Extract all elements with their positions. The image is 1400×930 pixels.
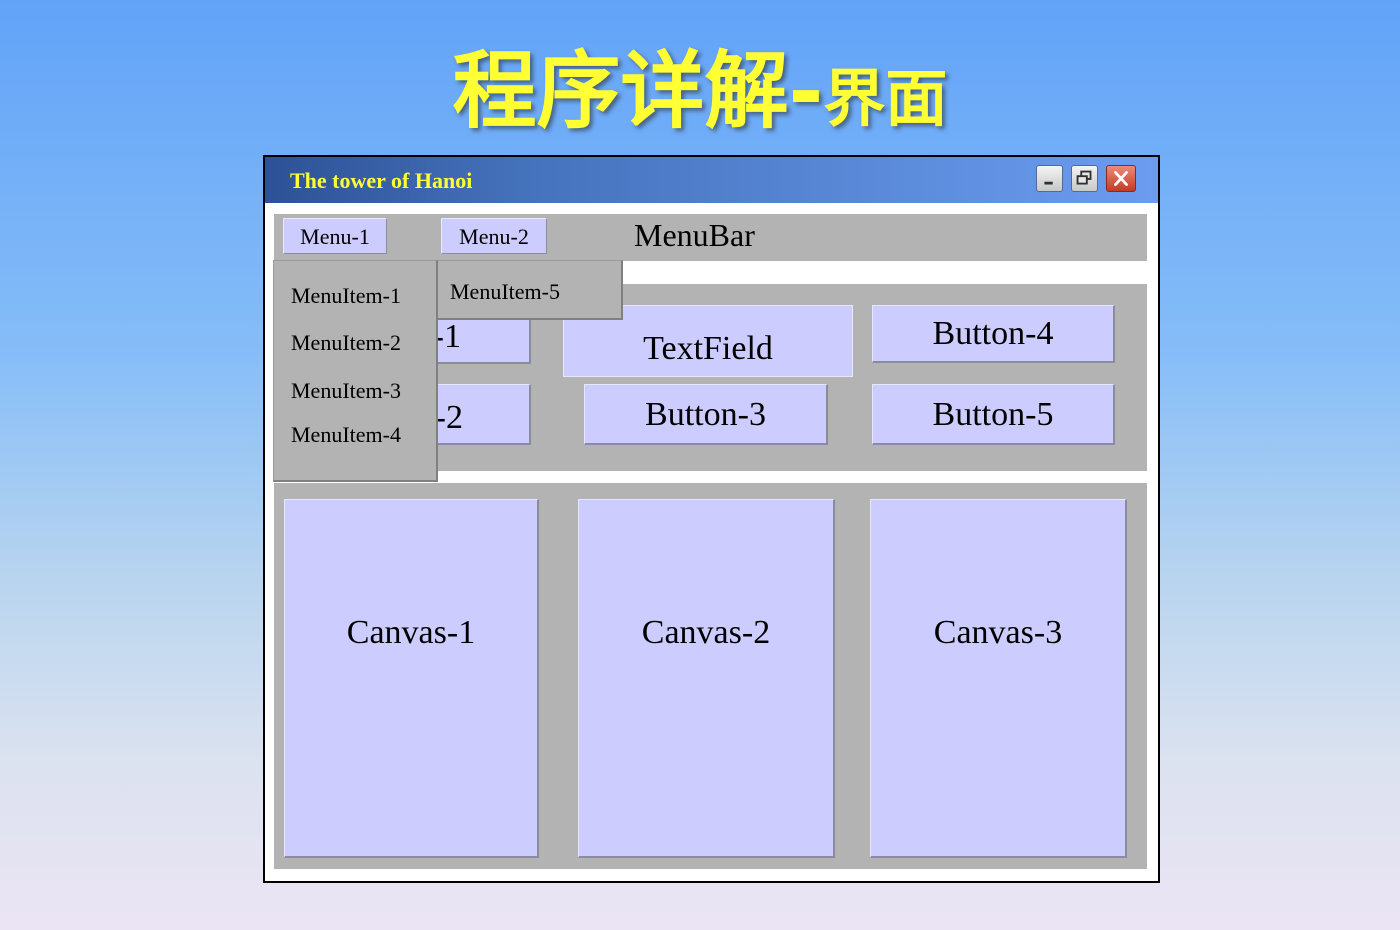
window-title: The tower of Hanoi — [290, 168, 473, 193]
button-3[interactable]: Button-3 — [584, 384, 828, 445]
textfield-value: TextField — [643, 330, 773, 367]
canvas-panel: Canvas-1 Canvas-2 Canvas-3 — [274, 483, 1147, 869]
button-4[interactable]: Button-4 — [872, 305, 1115, 363]
menu-item-3[interactable]: MenuItem-3 — [291, 378, 401, 404]
restore-button[interactable] — [1071, 165, 1098, 192]
menubar: Menu-1 Menu-2 MenuBar — [274, 214, 1147, 261]
button-4-label: Button-4 — [932, 315, 1054, 352]
minimize-icon — [1044, 181, 1053, 185]
slide-title-sub: 界面 — [823, 62, 948, 135]
menu-2-dropdown: MenuItem-5 — [435, 260, 623, 320]
canvas-2[interactable]: Canvas-2 — [578, 499, 835, 858]
close-button[interactable] — [1106, 165, 1136, 192]
slide-title: 程序详解-界面 — [0, 24, 1400, 145]
canvas-1-label: Canvas-1 — [346, 614, 476, 651]
menu-2[interactable]: Menu-2 — [441, 218, 547, 254]
canvas-1[interactable]: Canvas-1 — [284, 499, 539, 858]
menu-item-2[interactable]: MenuItem-2 — [291, 330, 401, 356]
menu-item-4[interactable]: MenuItem-4 — [291, 422, 401, 448]
restore-icon — [1076, 170, 1092, 185]
button-3-label: Button-3 — [645, 396, 766, 433]
button-5[interactable]: Button-5 — [872, 384, 1115, 445]
window-titlebar[interactable]: The tower of Hanoi — [265, 157, 1158, 203]
menu-1-dropdown: MenuItem-1 MenuItem-2 MenuItem-3 MenuIte… — [273, 260, 438, 482]
canvas-3[interactable]: Canvas-3 — [870, 499, 1127, 858]
button-5-label: Button-5 — [932, 396, 1054, 433]
minimize-button[interactable] — [1036, 165, 1063, 192]
menubar-label: MenuBar — [634, 217, 755, 253]
app-window: The tower of Hanoi Menu-1 Menu-2 MenuBar… — [263, 155, 1160, 883]
close-icon — [1114, 171, 1128, 186]
canvas-2-label: Canvas-2 — [641, 614, 771, 651]
menu-item-1[interactable]: MenuItem-1 — [291, 283, 401, 309]
slide-title-main: 程序详解- — [452, 42, 824, 140]
menu-item-5[interactable]: MenuItem-5 — [450, 279, 560, 305]
menu-1[interactable]: Menu-1 — [283, 218, 387, 254]
canvas-3-label: Canvas-3 — [933, 614, 1063, 651]
button-2-label: -2 — [434, 399, 463, 436]
